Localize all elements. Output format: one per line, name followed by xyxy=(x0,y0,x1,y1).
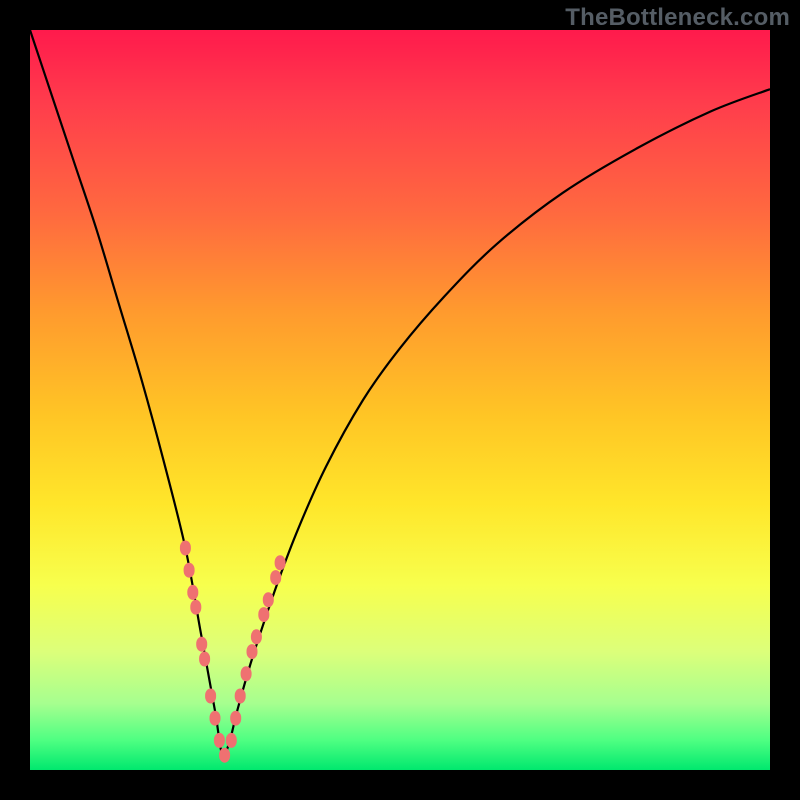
data-marker xyxy=(258,607,269,622)
data-marker xyxy=(241,666,252,681)
data-marker xyxy=(187,585,198,600)
data-marker xyxy=(190,600,201,615)
data-marker xyxy=(275,555,286,570)
data-marker xyxy=(196,637,207,652)
plot-area xyxy=(30,30,770,770)
data-marker xyxy=(219,748,230,763)
data-marker xyxy=(270,570,281,585)
data-marker xyxy=(205,689,216,704)
data-marker xyxy=(251,629,262,644)
data-marker xyxy=(180,541,191,556)
data-marker xyxy=(247,644,258,659)
bottleneck-curve xyxy=(30,30,770,756)
data-marker xyxy=(263,592,274,607)
data-marker xyxy=(235,689,246,704)
data-marker xyxy=(184,563,195,578)
curve-layer xyxy=(30,30,770,770)
data-marker xyxy=(230,711,241,726)
chart-frame: TheBottleneck.com xyxy=(0,0,800,800)
data-marker xyxy=(210,711,221,726)
data-marker xyxy=(214,733,225,748)
watermark-text: TheBottleneck.com xyxy=(565,4,790,32)
data-marker xyxy=(226,733,237,748)
data-marker xyxy=(199,652,210,667)
